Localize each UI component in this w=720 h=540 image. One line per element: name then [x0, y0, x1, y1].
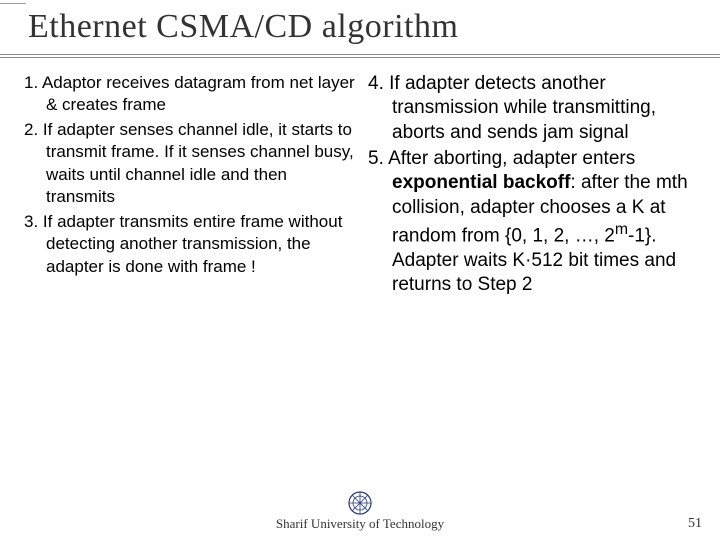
step-3: 3. If adapter transmits entire frame wit… [24, 211, 356, 278]
step-2: 2. If adapter senses channel idle, it st… [24, 119, 356, 209]
content-area: 1. Adaptor receives datagram from net la… [0, 46, 720, 299]
step-4: 4. If adapter detects another transmissi… [368, 72, 700, 145]
title-underline [0, 54, 720, 60]
left-column: 1. Adaptor receives datagram from net la… [24, 72, 356, 299]
footer-text: Sharif University of Technology [0, 516, 720, 532]
university-logo-icon [347, 490, 373, 516]
page-number: 51 [688, 516, 702, 532]
step-5-sup: m [615, 221, 628, 238]
step-5: 5. After aborting, adapter enters expone… [368, 147, 700, 297]
right-column: 4. If adapter detects another transmissi… [368, 72, 700, 299]
step-5-pre: 5. After aborting, adapter enters [368, 148, 635, 169]
step-5-bold: exponential backoff [392, 172, 570, 193]
step-1: 1. Adaptor receives datagram from net la… [24, 72, 356, 117]
slide-title: Ethernet CSMA/CD algorithm [28, 8, 720, 46]
